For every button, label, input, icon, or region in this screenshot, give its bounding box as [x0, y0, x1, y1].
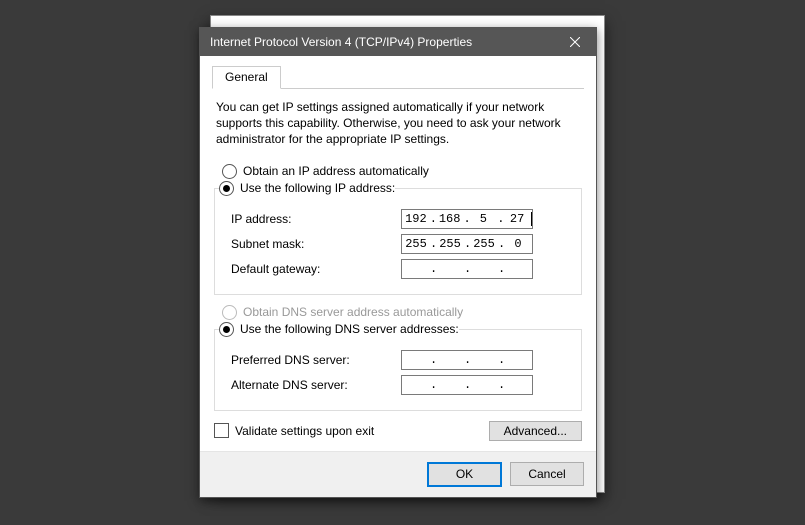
- ipv4-properties-dialog: Internet Protocol Version 4 (TCP/IPv4) P…: [199, 27, 597, 498]
- ip-octet: [470, 262, 498, 276]
- label-alternate-dns: Alternate DNS server:: [231, 378, 401, 392]
- bottom-row: Validate settings upon exit Advanced...: [214, 421, 582, 441]
- ip-octet: 255: [402, 237, 430, 251]
- ip-octet: 27: [503, 212, 532, 226]
- ip-octet: [436, 262, 464, 276]
- ip-octet: 168: [436, 212, 464, 226]
- ip-octet: 255: [470, 237, 498, 251]
- radio-use-dns-manual[interactable]: Use the following DNS server addresses:: [219, 322, 459, 337]
- ip-octet: 192: [402, 212, 430, 226]
- row-preferred-dns: Preferred DNS server: . . .: [231, 350, 571, 370]
- advanced-button[interactable]: Advanced...: [489, 421, 582, 441]
- radio-label: Obtain DNS server address automatically: [243, 305, 463, 319]
- radio-icon: [222, 305, 237, 320]
- dialog-body: General You can get IP settings assigned…: [200, 56, 596, 451]
- row-subnet-mask: Subnet mask: 255. 255. 255. 0: [231, 234, 571, 254]
- row-alternate-dns: Alternate DNS server: . . .: [231, 375, 571, 395]
- label-subnet-mask: Subnet mask:: [231, 237, 401, 251]
- close-icon: [570, 37, 580, 47]
- label-preferred-dns: Preferred DNS server:: [231, 353, 401, 367]
- label-default-gateway: Default gateway:: [231, 262, 401, 276]
- radio-obtain-ip-auto[interactable]: Obtain an IP address automatically: [222, 164, 584, 179]
- titlebar: Internet Protocol Version 4 (TCP/IPv4) P…: [200, 28, 596, 56]
- ip-octet: [504, 353, 532, 367]
- ip-octet: [402, 378, 430, 392]
- radio-use-ip-manual[interactable]: Use the following IP address:: [219, 181, 395, 196]
- checkbox-validate-exit[interactable]: [214, 423, 229, 438]
- radio-icon: [219, 322, 234, 337]
- input-default-gateway[interactable]: . . .: [401, 259, 533, 279]
- close-button[interactable]: [554, 28, 596, 56]
- ip-octet: [402, 353, 430, 367]
- label-ip-address: IP address:: [231, 212, 401, 226]
- ip-octet: [504, 262, 532, 276]
- row-default-gateway: Default gateway: . . .: [231, 259, 571, 279]
- ip-octet: [470, 353, 498, 367]
- ip-octet: [436, 353, 464, 367]
- tabstrip: General: [212, 66, 584, 89]
- dialog-title: Internet Protocol Version 4 (TCP/IPv4) P…: [210, 35, 554, 49]
- ip-octet: 0: [504, 237, 532, 251]
- ip-octet: 255: [436, 237, 464, 251]
- group-dns-manual: Use the following DNS server addresses: …: [214, 322, 582, 411]
- radio-obtain-dns-auto: Obtain DNS server address automatically: [222, 305, 584, 320]
- input-subnet-mask[interactable]: 255. 255. 255. 0: [401, 234, 533, 254]
- description-text: You can get IP settings assigned automat…: [216, 99, 580, 148]
- input-ip-address[interactable]: 192. 168. 5. 27: [401, 209, 533, 229]
- input-alternate-dns[interactable]: . . .: [401, 375, 533, 395]
- ok-button[interactable]: OK: [427, 462, 502, 487]
- tab-general[interactable]: General: [212, 66, 281, 89]
- row-ip-address: IP address: 192. 168. 5. 27: [231, 209, 571, 229]
- group-ip-manual: Use the following IP address: IP address…: [214, 181, 582, 295]
- cancel-button[interactable]: Cancel: [510, 462, 584, 486]
- label-validate-exit: Validate settings upon exit: [235, 424, 374, 438]
- ip-octet: [436, 378, 464, 392]
- dialog-footer: OK Cancel: [200, 451, 596, 497]
- radio-label: Obtain an IP address automatically: [243, 164, 429, 178]
- ip-octet: 5: [470, 212, 498, 226]
- radio-label: Use the following IP address:: [240, 181, 395, 195]
- radio-icon: [222, 164, 237, 179]
- ip-octet: [504, 378, 532, 392]
- radio-label: Use the following DNS server addresses:: [240, 322, 459, 336]
- ip-octet: [470, 378, 498, 392]
- radio-icon: [219, 181, 234, 196]
- input-preferred-dns[interactable]: . . .: [401, 350, 533, 370]
- ip-octet: [402, 262, 430, 276]
